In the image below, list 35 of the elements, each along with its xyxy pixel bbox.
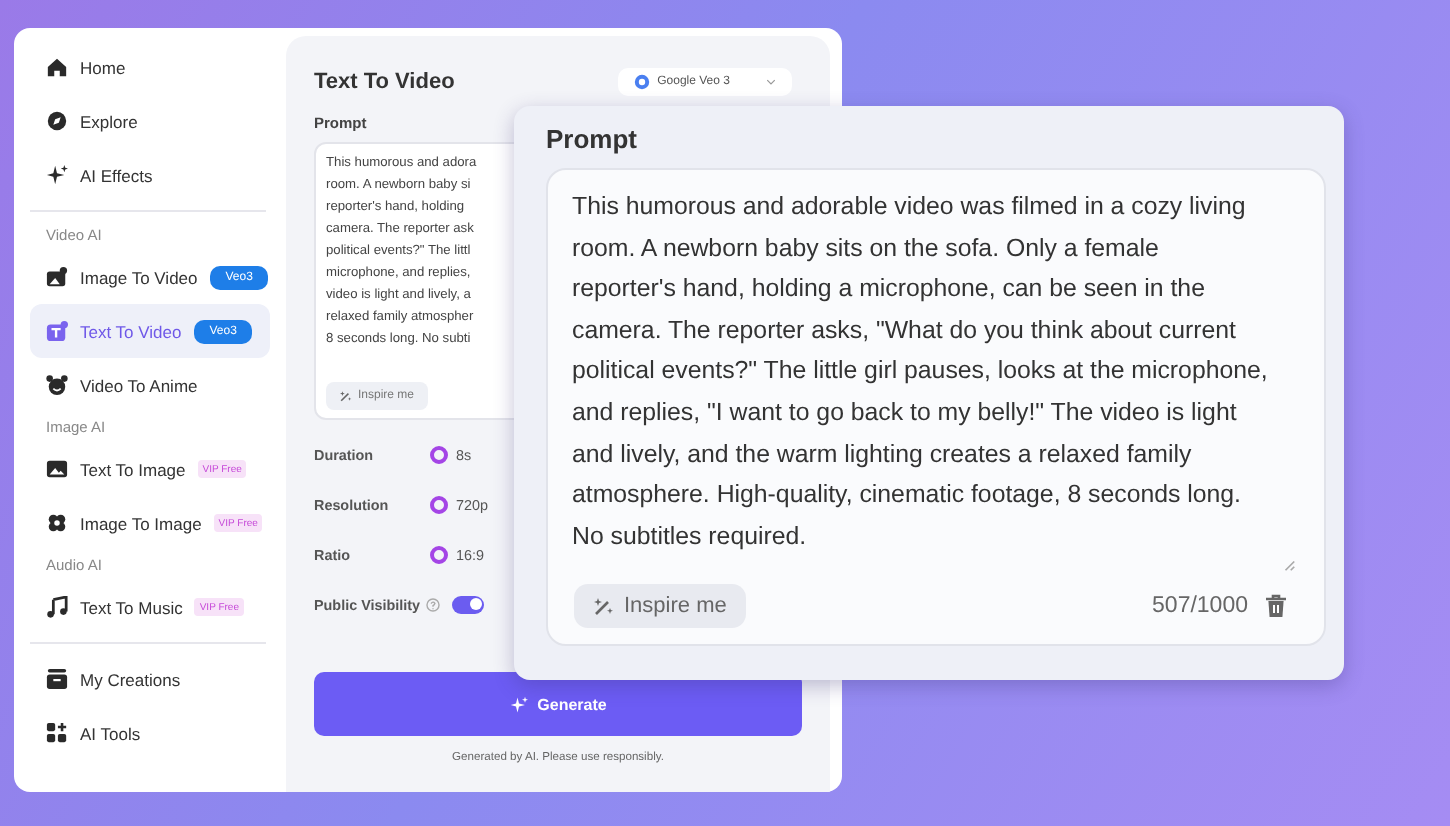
prompt-field[interactable] xyxy=(546,168,1326,646)
panel-title: Text To Video xyxy=(314,70,455,94)
sidebar-item[interactable]: Video To Anime xyxy=(30,358,270,412)
radio-icon xyxy=(430,445,448,463)
chevron-down-icon xyxy=(766,78,776,86)
sparkle-icon xyxy=(509,695,528,713)
prompt-text: This humorous and adorable video was filmed in a cozy living room. A newborn baby sits on the sofa. Only a female reporter's hand, holding a microphone, can be seen in the camera. The reporter asks, "What do you think about current political events?" The little girl pauses, looks at the microphone, and replies, "I want to go back to my belly!" The video is light and lively, and the warm lighting creates a relaxed family atmosphere. High-quality, cinematic footage, 8 seconds long. No subtitles required. xyxy=(572,190,1268,554)
generate-button[interactable]: Generate xyxy=(314,672,802,736)
sidebar-item[interactable]: AI Tools xyxy=(30,706,270,760)
radio-icon xyxy=(430,545,448,563)
trash-icon[interactable] xyxy=(1264,594,1288,618)
sparkle-icon xyxy=(46,164,68,186)
visibility-toggle[interactable] xyxy=(452,595,484,613)
character-count: 507/1000 xyxy=(1152,594,1248,618)
music-icon xyxy=(46,596,68,618)
flower-icon xyxy=(46,512,68,534)
sidebar-item[interactable]: AI Effects xyxy=(30,148,270,202)
home-icon xyxy=(46,56,68,78)
sidebar-item[interactable]: Home xyxy=(30,40,270,94)
radio-icon xyxy=(430,495,448,513)
magic-wand-icon xyxy=(340,390,352,402)
sidebar-item[interactable]: My Creations xyxy=(30,652,270,706)
magic-wand-icon xyxy=(594,596,614,616)
resize-grip-icon[interactable] xyxy=(1282,558,1296,572)
box-icon xyxy=(46,668,68,690)
prompt-label: Prompt xyxy=(546,124,639,158)
sidebar-item[interactable]: Explore xyxy=(30,94,270,148)
inspire-button[interactable]: Inspire me xyxy=(574,584,747,628)
text-video-icon xyxy=(46,320,68,342)
compass-icon xyxy=(46,110,68,132)
image-icon xyxy=(46,458,68,480)
grid-icon xyxy=(46,722,68,744)
model-logo-icon xyxy=(633,74,650,90)
bear-icon xyxy=(46,374,68,396)
image-video-icon xyxy=(46,266,68,288)
